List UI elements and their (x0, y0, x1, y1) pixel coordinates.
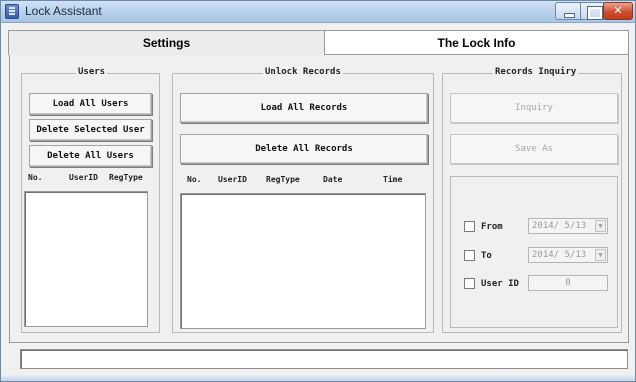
users-col-regtype: RegType (109, 173, 143, 182)
maximize-button[interactable] (580, 2, 604, 20)
records-col-userid: UserID (218, 175, 247, 184)
to-date-value: 2014/ 5/13 (532, 250, 587, 260)
to-date-picker[interactable]: 2014/ 5/13 ▼ (528, 247, 608, 263)
delete-selected-user-button[interactable]: Delete Selected User (29, 119, 152, 141)
records-col-regtype: RegType (266, 175, 300, 184)
records-inquiry-group: Records Inquiry Inquiry Save As From 201… (442, 67, 622, 333)
title-bar[interactable]: Lock Assistant (1, 1, 635, 23)
unlock-records-group-title: Unlock Records (263, 67, 343, 77)
tab-lock-info[interactable]: The Lock Info (325, 30, 629, 55)
load-all-users-button[interactable]: Load All Users (29, 93, 152, 115)
records-col-time: Time (383, 175, 403, 184)
to-label: To (481, 251, 492, 261)
users-col-no: No. (28, 173, 43, 182)
inquiry-filter-box: From 2014/ 5/13 ▼ To 2014/ 5/13 ▼ User I… (450, 176, 618, 328)
user-id-label: User ID (481, 279, 519, 289)
users-col-userid: UserID (69, 173, 98, 182)
from-dropdown-icon[interactable]: ▼ (595, 220, 606, 232)
tab-settings[interactable]: Settings (8, 30, 325, 55)
users-group: Users Load All Users Delete Selected Use… (21, 67, 160, 333)
records-list[interactable] (180, 193, 426, 329)
tab-panel: Users Load All Users Delete Selected Use… (9, 55, 629, 343)
from-date-value: 2014/ 5/13 (532, 221, 587, 231)
from-checkbox[interactable] (464, 221, 475, 232)
users-list[interactable] (24, 191, 148, 327)
save-as-button[interactable]: Save As (450, 134, 618, 164)
user-id-input[interactable]: 0 (528, 275, 608, 291)
to-dropdown-icon[interactable]: ▼ (595, 249, 606, 261)
records-inquiry-group-title: Records Inquiry (493, 67, 579, 77)
delete-all-records-button[interactable]: Delete All Records (180, 134, 428, 164)
load-all-records-button[interactable]: Load All Records (180, 93, 428, 123)
inquiry-button[interactable]: Inquiry (450, 93, 618, 123)
records-col-no: No. (187, 175, 202, 184)
from-date-picker[interactable]: 2014/ 5/13 ▼ (528, 218, 608, 234)
from-label: From (481, 222, 503, 232)
minimize-button[interactable] (555, 2, 581, 20)
window-title: Lock Assistant (25, 4, 102, 18)
app-icon (5, 4, 19, 19)
users-group-title: Users (76, 67, 108, 77)
records-col-date: Date (323, 175, 343, 184)
delete-all-users-button[interactable]: Delete All Users (29, 145, 152, 167)
to-checkbox[interactable] (464, 250, 475, 261)
window-bottom-border (1, 375, 635, 381)
user-id-checkbox[interactable] (464, 278, 475, 289)
status-bar (20, 349, 628, 369)
close-button[interactable] (603, 2, 633, 20)
lock-assistant-window: Lock Assistant Settings The Lock Info Us… (0, 0, 636, 382)
unlock-records-group: Unlock Records Load All Records Delete A… (172, 67, 434, 333)
